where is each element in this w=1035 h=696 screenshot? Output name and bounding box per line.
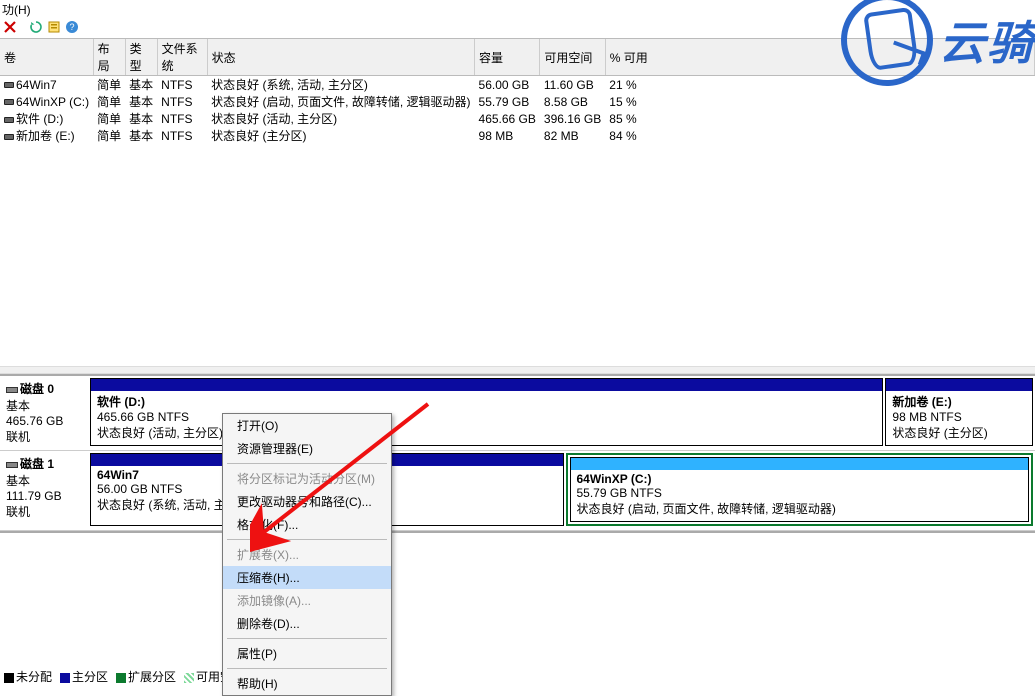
vol-free: 11.60 GB: [540, 76, 605, 94]
col-type[interactable]: 类型: [125, 39, 157, 76]
extended-partition[interactable]: 64WinXP (C:)55.79 GB NTFS状态良好 (启动, 页面文件,…: [566, 453, 1034, 526]
table-row[interactable]: 64WinXP (C:) 简单基本NTFS状态良好 (启动, 页面文件, 故障转储…: [0, 93, 1035, 110]
volume-table-area: 卷 布局 类型 文件系统 状态 容量 可用空间 % 可用 64Win7简单基本N…: [0, 38, 1035, 366]
menu-item[interactable]: 帮助(H): [223, 672, 391, 695]
context-menu[interactable]: 打开(O)资源管理器(E) 将分区标记为活动分区(M)更改驱动器号和路径(C)..…: [222, 413, 392, 696]
table-row[interactable]: 新加卷 (E:) 简单基本NTFS状态良好 (主分区)98 MB82 MB84 %: [0, 127, 1035, 144]
menu-item: 将分区标记为活动分区(M): [223, 467, 391, 490]
volume-icon: [4, 134, 14, 140]
table-row[interactable]: 软件 (D:) 简单基本NTFS状态良好 (活动, 主分区)465.66 GB39…: [0, 110, 1035, 127]
vol-cap: 98 MB: [475, 127, 540, 144]
vol-free: 396.16 GB: [540, 110, 605, 127]
logical-partition[interactable]: 64WinXP (C:)55.79 GB NTFS状态良好 (启动, 页面文件,…: [570, 457, 1030, 522]
menu-item[interactable]: 更改驱动器号和路径(C)...: [223, 490, 391, 513]
disk-map: 磁盘 0基本465.76 GB联机软件 (D:)465.66 GB NTFS状态…: [0, 374, 1035, 533]
disk-row: 磁盘 1基本111.79 GB联机64Win756.00 GB NTFS状态良好…: [0, 451, 1035, 531]
disk-row: 磁盘 0基本465.76 GB联机软件 (D:)465.66 GB NTFS状态…: [0, 376, 1035, 451]
close-icon[interactable]: [2, 19, 18, 35]
vol-status: 状态良好 (主分区): [207, 127, 474, 144]
vol-layout: 简单: [93, 76, 125, 94]
menu-item[interactable]: 打开(O): [223, 414, 391, 437]
vol-pct: 84 %: [605, 127, 1034, 144]
refresh-icon[interactable]: [28, 19, 44, 35]
vol-type: 基本: [125, 127, 157, 144]
menu-item[interactable]: 格式化(F)...: [223, 513, 391, 536]
menu-item: 扩展卷(X)...: [223, 543, 391, 566]
col-fs[interactable]: 文件系统: [157, 39, 207, 76]
vol-pct: 21 %: [605, 76, 1034, 94]
menu-separator: [227, 463, 387, 464]
vol-layout: 简单: [93, 110, 125, 127]
menu-separator: [227, 668, 387, 669]
col-layout[interactable]: 布局: [93, 39, 125, 76]
hdd-icon: [6, 387, 18, 393]
disk-header[interactable]: 磁盘 1基本111.79 GB联机: [0, 451, 88, 530]
vol-free: 8.58 GB: [540, 93, 605, 110]
vol-status: 状态良好 (活动, 主分区): [207, 110, 474, 127]
vol-cap: 465.66 GB: [475, 110, 540, 127]
menu-separator: [227, 638, 387, 639]
col-pctfree[interactable]: % 可用: [605, 39, 1034, 76]
legend-unalloc: 未分配: [4, 668, 52, 685]
vol-fs: NTFS: [157, 76, 207, 94]
vol-fs: NTFS: [157, 110, 207, 127]
vol-type: 基本: [125, 93, 157, 110]
vol-pct: 15 %: [605, 93, 1034, 110]
svg-text:?: ?: [69, 22, 74, 32]
vol-pct: 85 %: [605, 110, 1034, 127]
col-free[interactable]: 可用空间: [540, 39, 605, 76]
vol-cap: 56.00 GB: [475, 76, 540, 94]
vol-layout: 简单: [93, 93, 125, 110]
volume-table[interactable]: 卷 布局 类型 文件系统 状态 容量 可用空间 % 可用 64Win7简单基本N…: [0, 39, 1035, 144]
col-status[interactable]: 状态: [207, 39, 474, 76]
menu-help[interactable]: 功(H): [2, 3, 31, 17]
splitter[interactable]: [0, 366, 1035, 374]
menu-item: 添加镜像(A)...: [223, 589, 391, 612]
vol-name: 64WinXP (C:): [16, 95, 89, 109]
primary-partition[interactable]: 新加卷 (E:)98 MB NTFS状态良好 (主分区): [885, 378, 1033, 446]
table-row[interactable]: 64Win7 简单基本NTFS状态良好 (系统, 活动, 主分区)56.00 GB…: [0, 76, 1035, 94]
vol-status: 状态良好 (启动, 页面文件, 故障转储, 逻辑驱动器): [207, 93, 474, 110]
volume-icon: [4, 117, 14, 123]
help-icon[interactable]: ?: [64, 19, 80, 35]
vol-fs: NTFS: [157, 93, 207, 110]
menubar: 功(H): [0, 0, 1035, 16]
volume-icon: [4, 99, 14, 105]
vol-type: 基本: [125, 110, 157, 127]
menu-separator: [227, 539, 387, 540]
toolbar: ?: [0, 16, 1035, 38]
table-header-row: 卷 布局 类型 文件系统 状态 容量 可用空间 % 可用: [0, 39, 1035, 76]
hdd-icon: [6, 462, 18, 468]
props-icon[interactable]: [46, 19, 62, 35]
legend-extended: 扩展分区: [116, 668, 176, 685]
disk-header[interactable]: 磁盘 0基本465.76 GB联机: [0, 376, 88, 450]
vol-free: 82 MB: [540, 127, 605, 144]
vol-type: 基本: [125, 76, 157, 94]
vol-cap: 55.79 GB: [475, 93, 540, 110]
vol-name: 64Win7: [16, 78, 57, 92]
menu-item[interactable]: 属性(P): [223, 642, 391, 665]
vol-fs: NTFS: [157, 127, 207, 144]
col-volume[interactable]: 卷: [0, 39, 93, 76]
legend-primary: 主分区: [60, 668, 108, 685]
col-capacity[interactable]: 容量: [475, 39, 540, 76]
vol-layout: 简单: [93, 127, 125, 144]
primary-partition[interactable]: 软件 (D:)465.66 GB NTFS状态良好 (活动, 主分区): [90, 378, 883, 446]
volume-icon: [4, 82, 14, 88]
menu-item[interactable]: 压缩卷(H)...: [223, 566, 391, 589]
vol-name: 新加卷 (E:): [16, 129, 75, 143]
vol-name: 软件 (D:): [16, 112, 63, 126]
vol-status: 状态良好 (系统, 活动, 主分区): [207, 76, 474, 94]
menu-item[interactable]: 资源管理器(E): [223, 437, 391, 460]
menu-item[interactable]: 删除卷(D)...: [223, 612, 391, 635]
